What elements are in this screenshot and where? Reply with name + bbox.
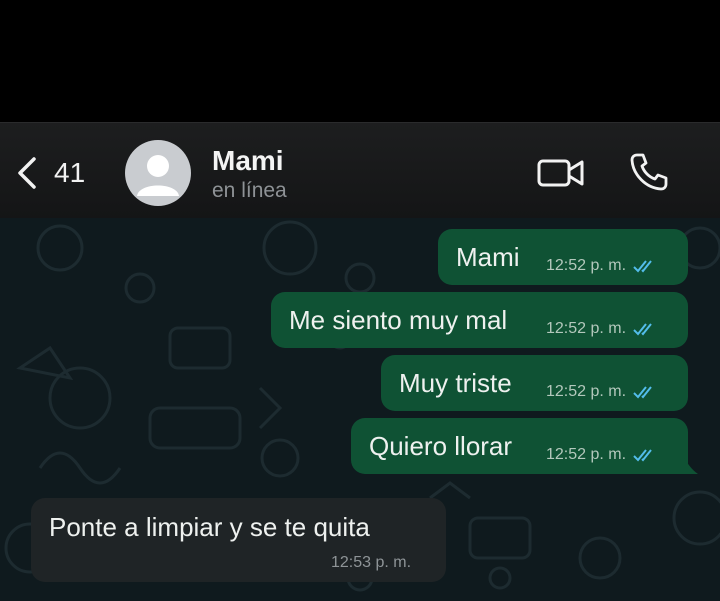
message-bubble-incoming[interactable]: Ponte a limpiar y se te quita 12:53 p. m… xyxy=(31,498,446,582)
voice-call-icon[interactable] xyxy=(628,151,670,193)
double-check-icon xyxy=(633,260,652,273)
avatar[interactable] xyxy=(125,140,191,206)
message-bubble-outgoing[interactable]: Muy triste 12:52 p. m. xyxy=(381,355,688,411)
video-call-icon[interactable] xyxy=(536,153,586,193)
message-meta: 12:53 p. m. xyxy=(331,554,411,572)
back-chevron-icon xyxy=(18,157,36,189)
message-text: Me siento muy mal xyxy=(289,305,508,335)
message-text: Quiero llorar xyxy=(369,431,513,461)
message-meta: 12:52 p. m. xyxy=(546,257,658,275)
message-bubble-outgoing[interactable]: Me siento muy mal 12:52 p. m. xyxy=(271,292,688,348)
message-time: 12:52 p. m. xyxy=(546,446,627,463)
message-time: 12:52 p. m. xyxy=(546,320,627,337)
contact-name[interactable]: Mami xyxy=(212,145,284,177)
double-check-icon xyxy=(633,449,652,462)
chat-header: 41 Mami en línea xyxy=(0,122,720,219)
double-check-icon xyxy=(633,323,652,336)
message-bubble-outgoing[interactable]: Mami 12:52 p. m. xyxy=(438,229,688,285)
avatar-placeholder-icon xyxy=(137,155,179,196)
unread-count: 41 xyxy=(54,157,86,188)
back-button[interactable]: 41 xyxy=(14,153,85,193)
status-bar-area xyxy=(0,0,720,122)
bubble-tail xyxy=(684,458,698,474)
message-text: Mami xyxy=(456,242,520,272)
message-meta: 12:52 p. m. xyxy=(546,446,658,464)
message-text: Muy triste xyxy=(399,368,512,398)
message-time: 12:53 p. m. xyxy=(331,554,412,571)
message-meta: 12:52 p. m. xyxy=(546,320,658,338)
message-text: Ponte a limpiar y se te quita xyxy=(49,512,370,542)
chat-area[interactable]: Mami 12:52 p. m. Me siento muy mal 12:52… xyxy=(0,218,720,601)
message-time: 12:52 p. m. xyxy=(546,257,627,274)
message-bubble-outgoing[interactable]: Quiero llorar 12:52 p. m. xyxy=(351,418,688,474)
double-check-icon xyxy=(633,386,652,399)
message-meta: 12:52 p. m. xyxy=(546,383,658,401)
message-time: 12:52 p. m. xyxy=(546,383,627,400)
contact-status: en línea xyxy=(212,179,287,202)
